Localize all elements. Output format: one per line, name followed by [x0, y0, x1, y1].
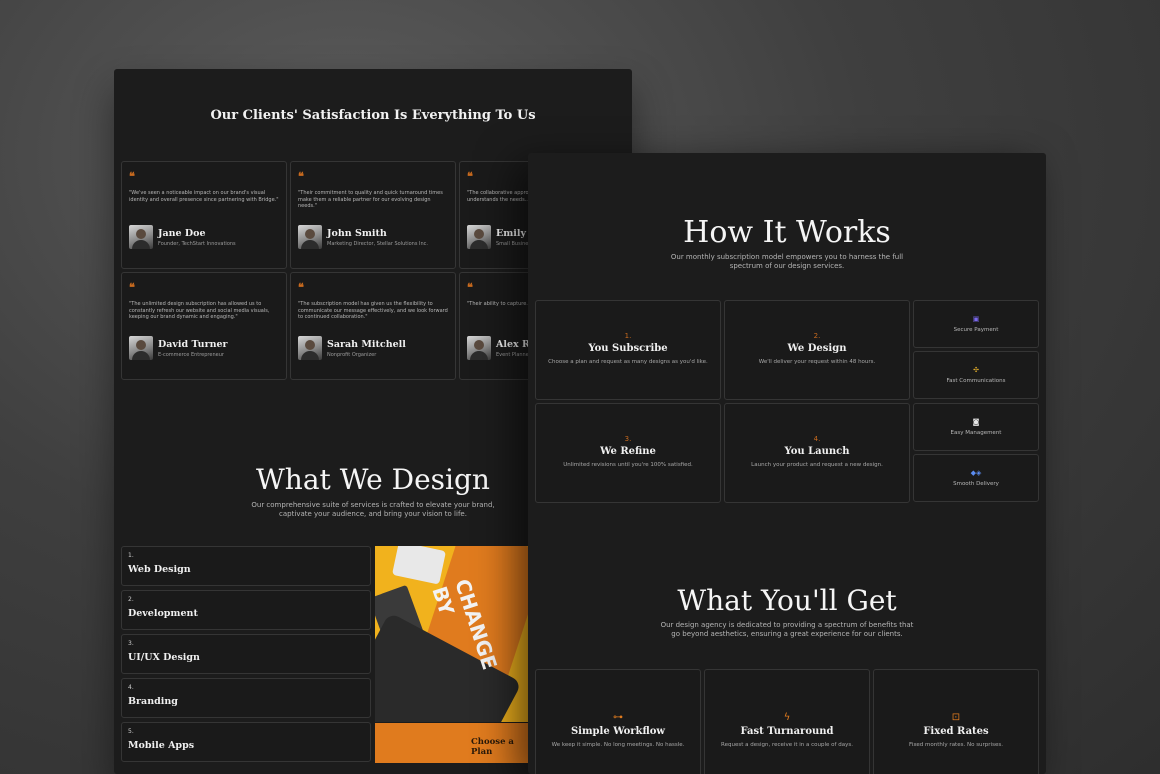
service-item-development[interactable]: 2. Development — [121, 590, 371, 630]
lightning-icon: ϟ — [783, 712, 791, 723]
service-item-web-design[interactable]: 1. Web Design — [121, 546, 371, 586]
how-it-works-page: How It Works Our monthly subscription mo… — [528, 153, 1046, 774]
testimonial-role: Founder, TechStart Innovations — [158, 240, 236, 247]
avatar — [298, 336, 322, 360]
benefit-card: ⊡ Fixed Rates Fixed monthly rates. No surp… — [873, 669, 1039, 774]
testimonial-card: ❝ "We've seen a noticeable impact on our… — [121, 161, 287, 269]
avatar — [467, 225, 491, 249]
step-card: 2. We Design We'll deliver your request wi… — [724, 300, 910, 400]
service-label: Development — [128, 608, 198, 619]
notion-icon: ◙ — [972, 418, 980, 426]
stripe-icon: ▣ — [972, 315, 980, 323]
step-title: We Refine — [600, 446, 656, 457]
feature-label: Fast Communications — [946, 378, 1006, 384]
service-photo: CHANGE BY — [375, 546, 532, 722]
section-subtitle: Our design agency is dedicated to provid… — [660, 621, 914, 638]
step-number: 2. — [813, 332, 821, 340]
quote-icon: ❝ — [129, 281, 135, 294]
testimonial-card: ❝ "Their commitment to quality and quick… — [290, 161, 456, 269]
choose-plan-button[interactable]: Choose a Plan — [375, 723, 532, 763]
testimonial-name: Alex R — [496, 338, 530, 350]
workflow-icon: ⊶ — [613, 712, 623, 723]
testimonial-quote: "We've seen a noticeable impact on our b… — [129, 190, 279, 203]
figma-framer-icon: ◆◈ — [970, 469, 982, 477]
step-card: 3. We Refine Unlimited revisions until you… — [535, 403, 721, 503]
section-title: What You'll Get — [677, 584, 897, 617]
section-subtitle: Our comprehensive suite of services is c… — [251, 501, 495, 518]
step-description: Choose a plan and request as many design… — [548, 359, 708, 365]
service-item-mobile-apps[interactable]: 5. Mobile Apps — [121, 722, 371, 762]
testimonial-quote: "The subscription model has given us the… — [298, 301, 448, 320]
avatar — [129, 225, 153, 249]
benefit-card: ⊶ Simple Workflow We keep it simple. No lo… — [535, 669, 701, 774]
testimonial-role: Marketing Director, Stellar Solutions In… — [327, 240, 429, 247]
step-card: 4. You Launch Launch your product and requ… — [724, 403, 910, 503]
step-description: We'll deliver your request within 48 hou… — [758, 359, 876, 365]
service-number: 3. — [128, 640, 134, 647]
step-number: 1. — [624, 332, 632, 340]
testimonial-quote: "The unlimited design subscription has a… — [129, 301, 270, 320]
avatar — [129, 336, 153, 360]
step-title: You Launch — [784, 446, 850, 457]
testimonial-name: John Smith — [327, 227, 387, 239]
testimonial-quote: "Their commitment to quality and quick t… — [298, 190, 443, 209]
service-number: 1. — [128, 552, 134, 559]
benefit-description: Fixed monthly rates. No surprises. — [909, 742, 1003, 748]
testimonial-card: ❝ "The unlimited design subscription has… — [121, 272, 287, 380]
testimonials-title: Our Clients' Satisfaction Is Everything … — [210, 108, 536, 123]
quote-icon: ❝ — [129, 170, 135, 183]
step-description: Launch your product and request a new de… — [751, 462, 883, 468]
step-number: 4. — [813, 435, 821, 443]
feature-label: Secure Payment — [953, 327, 999, 333]
benefit-description: We keep it simple. No long meetings. No … — [551, 742, 685, 748]
benefit-title: Fixed Rates — [923, 726, 989, 737]
quote-icon: ❝ — [298, 281, 304, 294]
service-number: 5. — [128, 728, 134, 735]
testimonial-card: ❝ "The subscription model has given us t… — [290, 272, 456, 380]
step-title: You Subscribe — [588, 343, 668, 354]
avatar — [298, 225, 322, 249]
feature-card: ◆◈ Smooth Delivery — [913, 454, 1039, 502]
price-tag-icon: ⊡ — [951, 712, 961, 723]
service-number: 4. — [128, 684, 134, 691]
benefit-title: Fast Turnaround — [740, 726, 834, 737]
step-card: 1. You Subscribe Choose a plan and request… — [535, 300, 721, 400]
service-label: Mobile Apps — [128, 740, 195, 751]
service-label: Web Design — [128, 564, 191, 575]
feature-card: ◙ Easy Management — [913, 403, 1039, 451]
section-subtitle: Our monthly subscription model empowers … — [670, 253, 904, 270]
feature-label: Smooth Delivery — [953, 481, 999, 487]
step-title: We Design — [787, 343, 847, 354]
quote-icon: ❝ — [298, 170, 304, 183]
benefit-card: ϟ Fast Turnaround Request a design, receiv… — [704, 669, 870, 774]
testimonial-name: Sarah Mitchell — [327, 338, 406, 350]
feature-label: Easy Management — [950, 430, 1002, 436]
section-title: How It Works — [683, 215, 891, 250]
service-item-branding[interactable]: 4. Branding — [121, 678, 371, 718]
avatar — [467, 336, 491, 360]
testimonial-role: E-commerce Entrepreneur — [158, 351, 224, 358]
testimonial-name: David Turner — [158, 338, 228, 350]
step-description: Unlimited revisions until you're 100% sa… — [563, 462, 693, 468]
benefit-title: Simple Workflow — [570, 726, 666, 737]
testimonial-role: Nonprofit Organizer — [327, 351, 377, 358]
benefit-description: Request a design, receive it in a couple… — [721, 742, 853, 748]
feature-card: ▣ Secure Payment — [913, 300, 1039, 348]
feature-card: ✣ Fast Communications — [913, 351, 1039, 399]
service-label: UI/UX Design — [128, 652, 200, 663]
service-label: Branding — [128, 696, 178, 707]
step-number: 3. — [624, 435, 632, 443]
service-number: 2. — [128, 596, 134, 603]
service-item-ui-ux-design[interactable]: 3. UI/UX Design — [121, 634, 371, 674]
testimonial-name: Jane Doe — [158, 227, 206, 239]
slack-icon: ✣ — [973, 366, 979, 374]
testimonial-role: Event Planner — [496, 351, 531, 358]
